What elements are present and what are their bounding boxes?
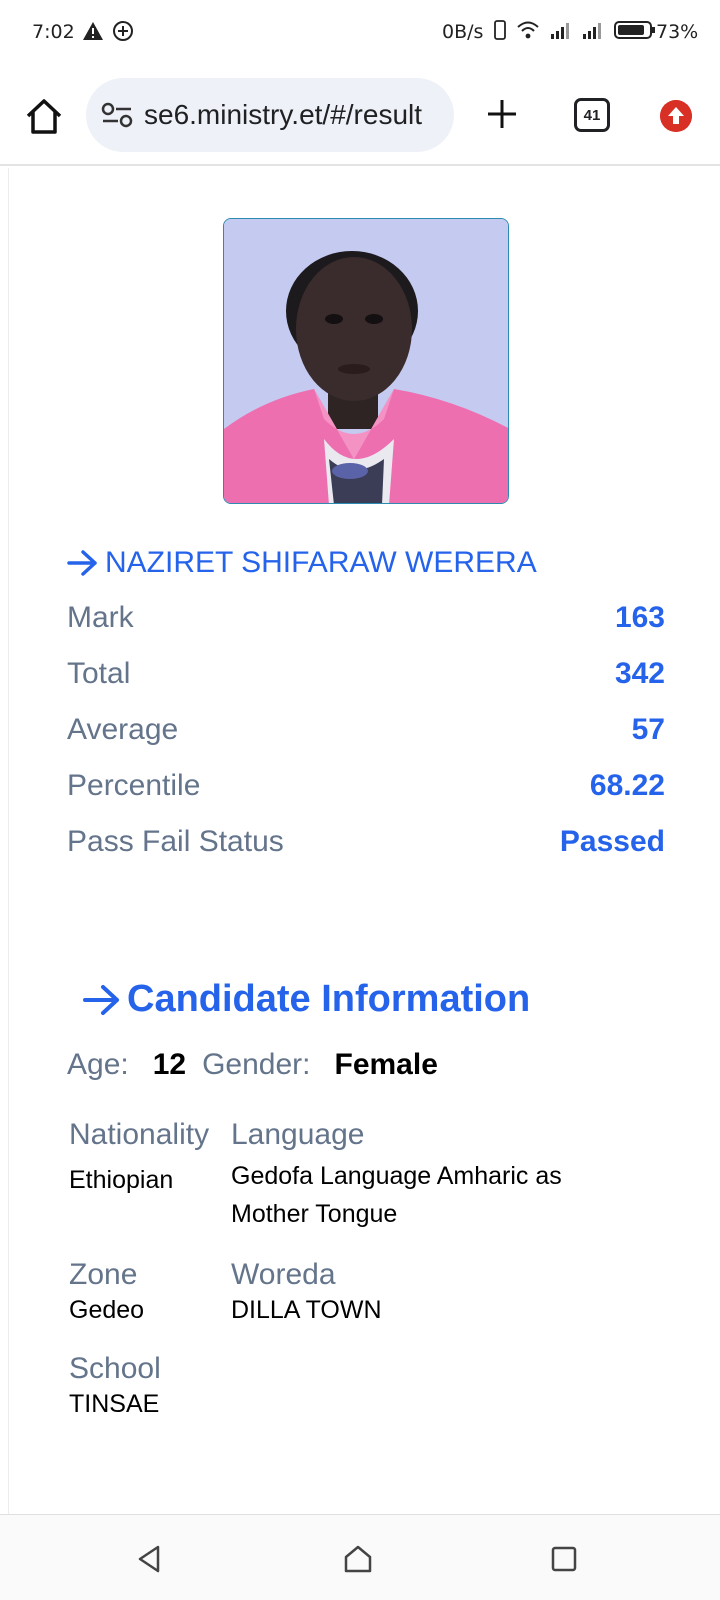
status-bar: 7:02 0B/s 73% — [0, 0, 720, 64]
arrow-right-icon — [67, 550, 97, 576]
battery-icon — [614, 21, 655, 39]
language-field: Language Gedofa Language Amharic as Moth… — [231, 1118, 562, 1238]
school-value: TINSAE — [69, 1390, 160, 1418]
stat-value: 57 — [631, 713, 665, 746]
zone-label: Zone — [69, 1258, 138, 1291]
age-value: 12 — [152, 1048, 187, 1081]
new-tab-icon[interactable] — [482, 94, 522, 134]
age-label: Age: — [67, 1048, 129, 1081]
stat-row-average: Average 57 — [67, 702, 665, 758]
status-time: 7:02 — [32, 21, 75, 43]
zone-field: Zone Gedeo — [69, 1258, 144, 1325]
url-text: se6.ministry.et/#/result — [144, 99, 423, 130]
gender-value: Female — [334, 1048, 438, 1081]
warning-icon — [83, 22, 103, 40]
stat-row-status: Pass Fail Status Passed — [67, 814, 665, 870]
stat-row-mark: Mark 163 — [67, 590, 665, 646]
tab-switcher-button[interactable]: 41 — [574, 98, 610, 132]
candidate-photo — [223, 218, 509, 504]
language-label: Language — [231, 1118, 365, 1151]
stat-label: Average — [67, 713, 179, 746]
stat-value: 342 — [614, 657, 665, 690]
recents-icon[interactable] — [544, 1539, 584, 1579]
stat-value: 163 — [614, 601, 665, 634]
home-icon[interactable] — [22, 94, 66, 138]
candidate-name: NAZIRET SHIFARAW WERERA — [105, 546, 537, 579]
home-nav-icon[interactable] — [338, 1539, 378, 1579]
result-content: NAZIRET SHIFARAW WERERA Mark 163 Total 3… — [8, 168, 712, 1514]
section-title: Candidate Information — [127, 978, 531, 1020]
school-label: School — [69, 1352, 161, 1385]
stat-row-percentile: Percentile 68.22 — [67, 758, 665, 814]
candidate-info-heading: Candidate Information — [83, 978, 530, 1021]
candidate-name-row: NAZIRET SHIFARAW WERERA — [67, 546, 537, 580]
woreda-value: DILLA TOWN — [231, 1296, 382, 1324]
stat-label: Pass Fail Status — [67, 825, 284, 858]
phone-icon — [494, 20, 506, 40]
nationality-label: Nationality — [69, 1118, 210, 1151]
stat-row-total: Total 342 — [67, 646, 665, 702]
site-settings-icon[interactable] — [100, 102, 134, 128]
pass-fail-status: Passed — [559, 825, 665, 858]
network-speed: 0B/s — [442, 21, 484, 43]
arrow-right-icon — [83, 984, 119, 1015]
address-bar[interactable]: se6.ministry.et/#/result — [86, 78, 454, 152]
system-nav-bar — [0, 1514, 720, 1600]
stat-label: Total — [67, 657, 131, 690]
school-field: School TINSAE — [69, 1352, 161, 1419]
browser-toolbar: se6.ministry.et/#/result 41 — [0, 64, 720, 166]
result-stats: Mark 163 Total 342 Average 57 Percentile… — [67, 590, 665, 870]
woreda-label: Woreda — [231, 1258, 336, 1291]
nationality-value: Ethiopian — [69, 1166, 174, 1194]
nationality-field: Nationality Ethiopian — [69, 1118, 209, 1195]
signal-icon — [551, 23, 569, 39]
stat-value: 68.22 — [589, 769, 665, 802]
woreda-field: Woreda DILLA TOWN — [231, 1258, 382, 1325]
stat-label: Mark — [67, 601, 134, 634]
gender-label: Gender: — [202, 1048, 311, 1081]
back-icon[interactable] — [130, 1539, 170, 1579]
zone-value: Gedeo — [69, 1296, 145, 1324]
age-gender-row: Age: 12 Gender: Female — [67, 1048, 438, 1082]
data-saver-icon — [113, 21, 133, 41]
update-icon[interactable] — [660, 100, 692, 132]
stat-label: Percentile — [67, 769, 201, 802]
notification-icons — [82, 20, 134, 42]
system-icons — [494, 20, 656, 40]
signal-icon-2 — [583, 23, 601, 39]
battery-percent: 73% — [656, 21, 699, 43]
wifi-icon — [517, 21, 539, 39]
